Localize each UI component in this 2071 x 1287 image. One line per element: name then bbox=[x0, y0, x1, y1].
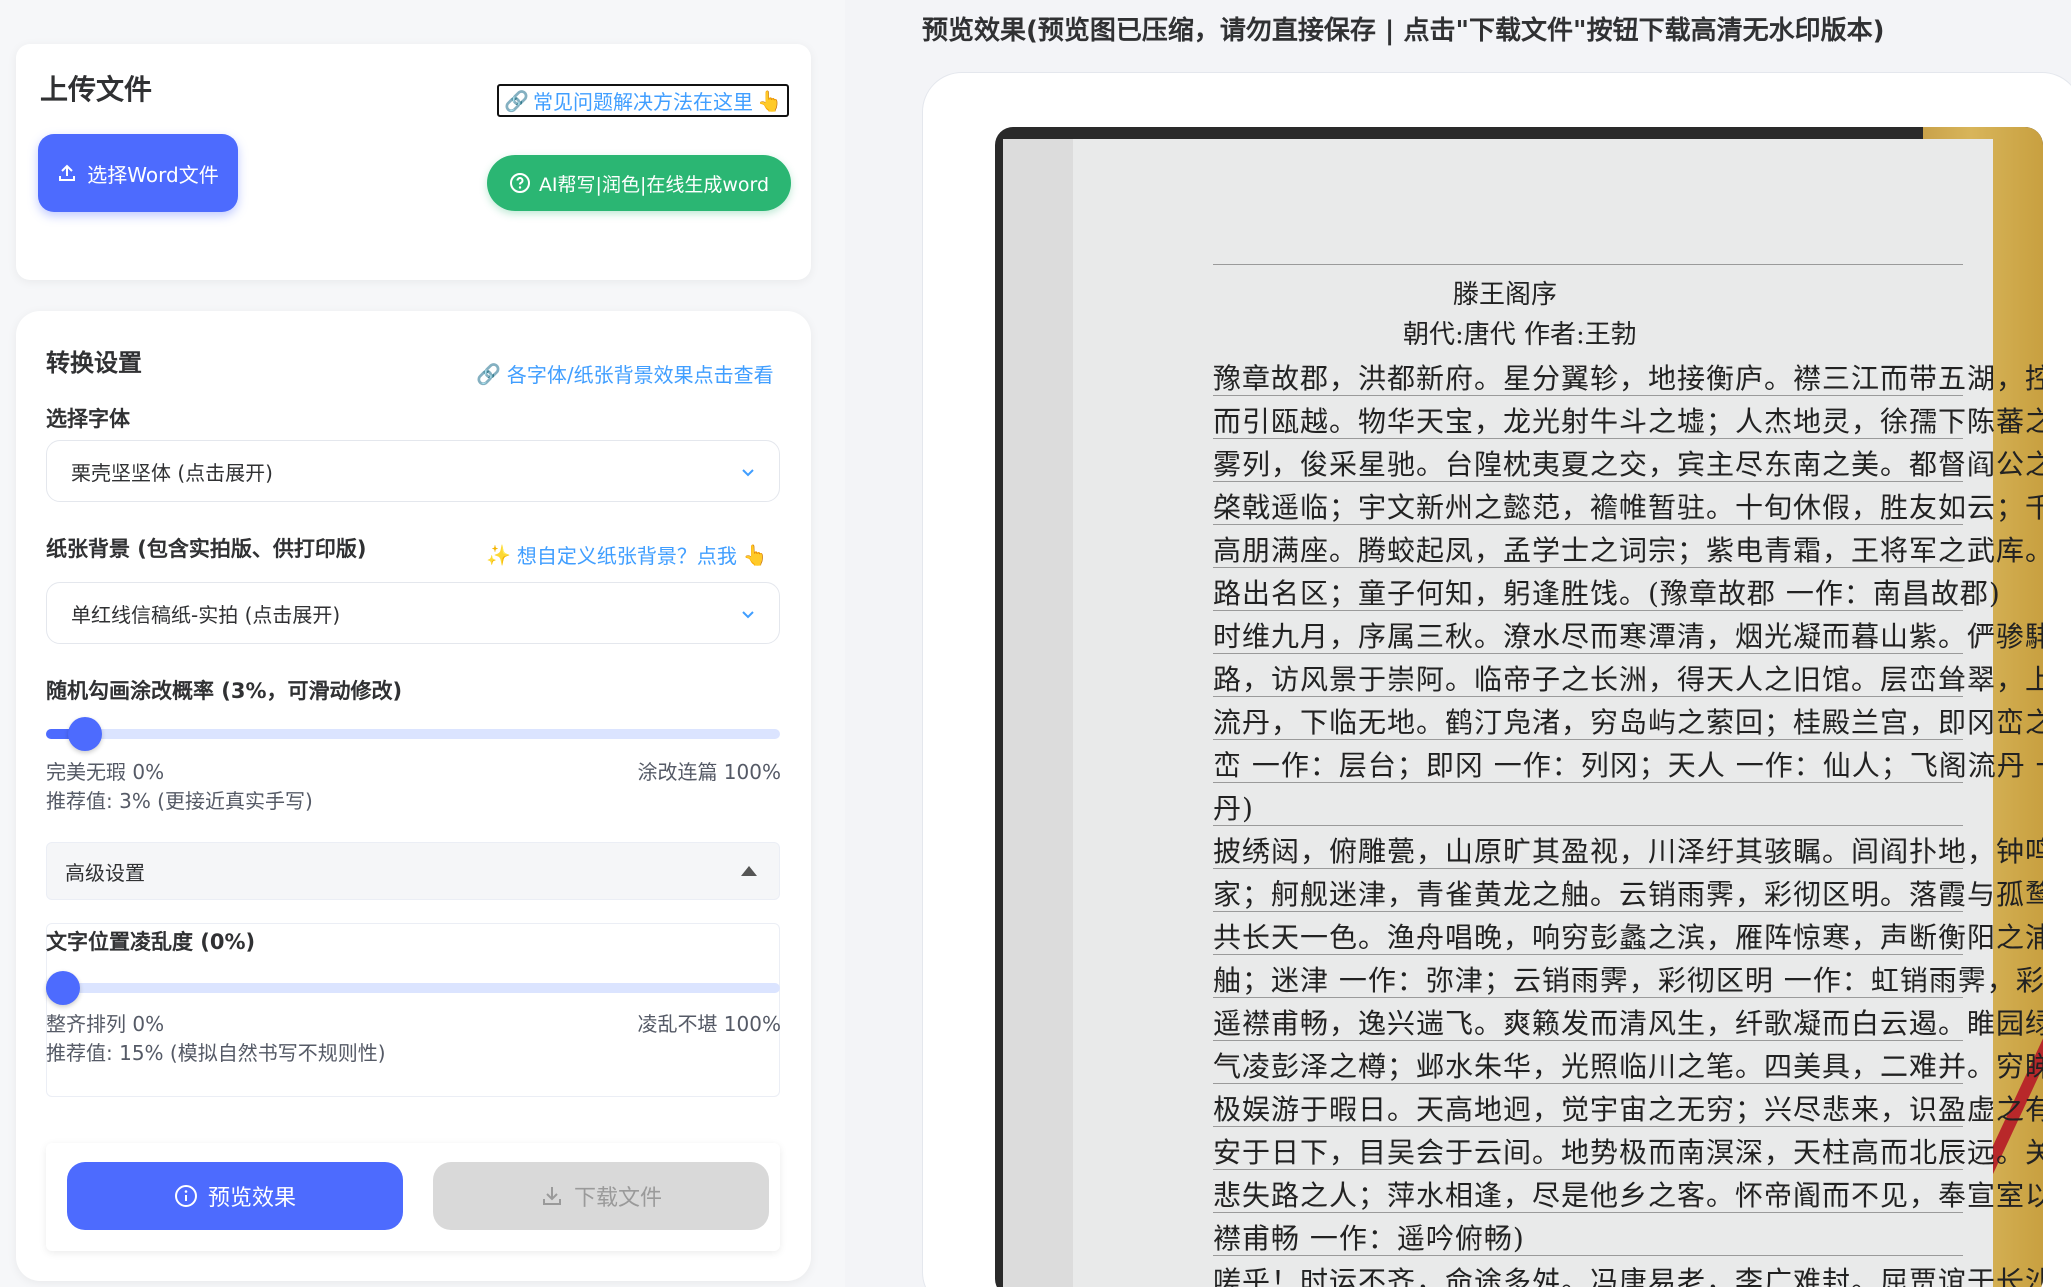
paper-label: 纸张背景 (包含实拍版、供打印版) bbox=[46, 537, 367, 561]
jitter-recommend: 推荐值: 15% (模拟自然书写不规则性) bbox=[46, 1041, 386, 1065]
action-bar: 预览效果 下载文件 bbox=[46, 1143, 780, 1251]
sparkle-icon: ✨ bbox=[486, 542, 511, 567]
scribble-slider-thumb[interactable] bbox=[68, 717, 103, 751]
jitter-slider[interactable] bbox=[46, 971, 780, 1005]
settings-card: 转换设置 🔗 各字体/纸张背景效果点击查看 选择字体 栗壳坚坚体 (点击展开) … bbox=[16, 311, 811, 1281]
preview-button[interactable]: 预览效果 bbox=[67, 1162, 403, 1230]
handwritten-line: 流丹，下临无地。鹤汀凫渚，穷岛屿之萦回；桂殿兰宫，即冈峦之体势。(层 bbox=[1213, 706, 2043, 739]
scribble-label: 随机勾画涂改概率 (3%，可滑动修改) bbox=[46, 679, 403, 703]
pointing-hand-icon: 👆 bbox=[742, 542, 768, 567]
font-select-value: 栗壳坚坚体 (点击展开) bbox=[71, 460, 273, 485]
scribble-min-label: 完美无瑕 0% bbox=[46, 760, 165, 784]
link-icon: 🔗 bbox=[476, 361, 501, 386]
handwritten-line: 家；舸舰迷津，青雀黄龙之舳。云销雨霁，彩彻区明。落霞与孤鹜齐飞，秋水 bbox=[1213, 878, 2043, 911]
advanced-settings-label: 高级设置 bbox=[65, 860, 145, 885]
document-title: 滕王阁序 bbox=[1453, 280, 1558, 310]
handwritten-line: 极娱游于暇日。天高地迥，觉宇宙之无穷；兴尽悲来，识盈虚之有数。望长 bbox=[1213, 1093, 2043, 1126]
chevron-down-icon bbox=[742, 611, 754, 619]
jitter-max-label: 凌乱不堪 100% bbox=[637, 1012, 781, 1036]
upload-title: 上传文件 bbox=[40, 73, 153, 106]
chevron-down-icon bbox=[742, 469, 754, 477]
advanced-settings-toggle[interactable]: 高级设置 bbox=[46, 842, 780, 900]
handwritten-line: 气凌彭泽之樽；邺水朱华，光照临川之笔。四美具，二难并。穷睇眄于中天， bbox=[1213, 1050, 2043, 1083]
ruled-line bbox=[1213, 825, 1963, 826]
faq-link[interactable]: 🔗 常见问题解决方法在这里 👆 bbox=[497, 84, 789, 117]
caret-up-icon bbox=[741, 866, 757, 876]
link-icon: 🔗 bbox=[504, 88, 529, 113]
jitter-slider-thumb[interactable] bbox=[46, 971, 80, 1005]
paper-select[interactable]: 单红线信稿纸-实拍 (点击展开) bbox=[46, 582, 780, 644]
font-label: 选择字体 bbox=[46, 407, 130, 431]
paper-select-value: 单红线信稿纸-实拍 (点击展开) bbox=[71, 602, 341, 627]
select-word-label: 选择Word文件 bbox=[87, 162, 219, 187]
ai-write-button[interactable]: AI帮写|润色|在线生成word bbox=[487, 155, 791, 211]
scribble-max-label: 涂改连篇 100% bbox=[637, 760, 781, 784]
font-effects-link-label: 各字体/纸张背景效果点击查看 bbox=[506, 363, 774, 387]
handwritten-line: 豫章故郡，洪都新府。星分翼轸，地接衡庐。襟三江而带五湖，控蛮荆 bbox=[1213, 362, 2043, 395]
download-icon bbox=[542, 1187, 561, 1205]
handwritten-line: 时维九月，序属三秋。潦水尽而寒潭清，烟光凝而暮山紫。俨骖騑于上 bbox=[1213, 620, 2043, 653]
handwritten-line: 悲失路之人；萍水相逢，尽是他乡之客。怀帝阍而不见，奉宣室以何年？(遥 bbox=[1213, 1179, 2043, 1212]
handwritten-line: 棨戟遥临；宇文新州之懿范，襜帷暂驻。十旬休假，胜友如云；千里逢迎， bbox=[1213, 491, 2043, 524]
notebook-page: 滕王阁序 朝代:唐代 作者:王勃 豫章故郡，洪都新府。星分翼轸，地接衡庐。襟三江… bbox=[1003, 139, 2043, 1287]
preview-image: 滕王阁序 朝代:唐代 作者:王勃 豫章故郡，洪都新府。星分翼轸，地接衡庐。襟三江… bbox=[995, 127, 2043, 1287]
ai-write-label: AI帮写|润色|在线生成word bbox=[538, 173, 770, 196]
download-button-label: 下载文件 bbox=[573, 1186, 662, 1211]
handwritten-line: 遥襟甫畅，逸兴遄飞。爽籁发而清风生，纤歌凝而白云遏。睢园绿竹， bbox=[1213, 1007, 2043, 1040]
download-button[interactable]: 下载文件 bbox=[433, 1162, 769, 1230]
custom-paper-link[interactable]: ✨ 想自定义纸张背景？点我 👆 bbox=[486, 540, 768, 569]
handwritten-line: 舳；迷津 一作：弥津；云销雨霁，彩彻区明 一作：虹销雨霁，彩彻云衢) bbox=[1213, 964, 2043, 997]
upload-icon bbox=[59, 164, 76, 181]
help-circle-icon bbox=[509, 173, 530, 193]
settings-title: 转换设置 bbox=[46, 349, 142, 377]
handwritten-line: 峦 一作：层台；即冈 一作：列冈；天人 一作：仙人；飞阁流丹 一作：飞阁翔 bbox=[1213, 749, 2043, 782]
handwritten-line: 嗟乎！时运不齐，命途多舛。冯唐易老，李广难封。屈贾谊于长沙，非无圣主 bbox=[1213, 1265, 2043, 1287]
handwritten-line: 而引瓯越。物华天宝，龙光射牛斗之墟；人杰地灵，徐孺下陈蕃之榻。雄州 bbox=[1213, 405, 2043, 438]
handwritten-line: 路出名区；童子何知，躬逢胜饯。(豫章故郡 一作：南昌故郡) bbox=[1213, 577, 2001, 610]
jitter-label: 文字位置凌乱度 (0%) bbox=[46, 930, 256, 954]
faq-link-label: 常见问题解决方法在这里 bbox=[533, 90, 753, 114]
upload-card: 上传文件 🔗 常见问题解决方法在这里 👆 选择Word文件 AI帮写|润色|在线… bbox=[16, 44, 811, 280]
font-select[interactable]: 栗壳坚坚体 (点击展开) bbox=[46, 440, 780, 502]
handwritten-line: 襟甫畅 一作：遥吟俯畅) bbox=[1213, 1222, 1525, 1255]
handwritten-line: 披绣闼，俯雕甍，山原旷其盈视，川泽纡其骇瞩。闾阎扑地，钟鸣鼎食之 bbox=[1213, 835, 2043, 868]
handwritten-line: 高朋满座。腾蛟起凤，孟学士之词宗；紫电青霜，王将军之武库。家君作宰， bbox=[1213, 534, 2043, 567]
handwritten-line: 雾列，俊采星驰。台隍枕夷夏之交，宾主尽东南之美。都督阎公之雅望， bbox=[1213, 448, 2043, 481]
custom-paper-link-label: 想自定义纸张背景？点我 bbox=[516, 544, 737, 568]
handwritten-line: 安于日下，目吴会于云间。地势极而南溟深，天柱高而北辰远。关山难越，谁 bbox=[1213, 1136, 2043, 1169]
handwritten-line: 共长天一色。渔舟唱晚，响穷彭蠡之滨，雁阵惊寒，声断衡阳之浦。(轴 通： bbox=[1213, 921, 2043, 954]
ruled-line bbox=[1213, 264, 1963, 265]
font-effects-link[interactable]: 🔗 各字体/纸张背景效果点击查看 bbox=[476, 359, 774, 388]
preview-button-label: 预览效果 bbox=[207, 1186, 296, 1211]
select-word-button[interactable]: 选择Word文件 bbox=[38, 134, 238, 212]
handwritten-line: 丹) bbox=[1213, 792, 1254, 825]
jitter-min-label: 整齐排列 0% bbox=[46, 1012, 165, 1036]
document-byline: 朝代:唐代 作者:王勃 bbox=[1403, 320, 1637, 350]
info-circle-icon bbox=[174, 1185, 197, 1207]
pointing-hand-icon: 👆 bbox=[757, 88, 782, 113]
handwritten-line: 路，访风景于崇阿。临帝子之长洲，得天人之旧馆。层峦耸翠，上出重霄；飞阁 bbox=[1213, 663, 2043, 696]
preview-title: 预览效果(预览图已压缩，请勿直接保存 | 点击"下载文件"按钮下载高清无水印版本… bbox=[922, 16, 1885, 46]
scribble-recommend: 推荐值: 3% (更接近真实手写) bbox=[46, 789, 313, 813]
scribble-slider[interactable] bbox=[46, 717, 780, 751]
